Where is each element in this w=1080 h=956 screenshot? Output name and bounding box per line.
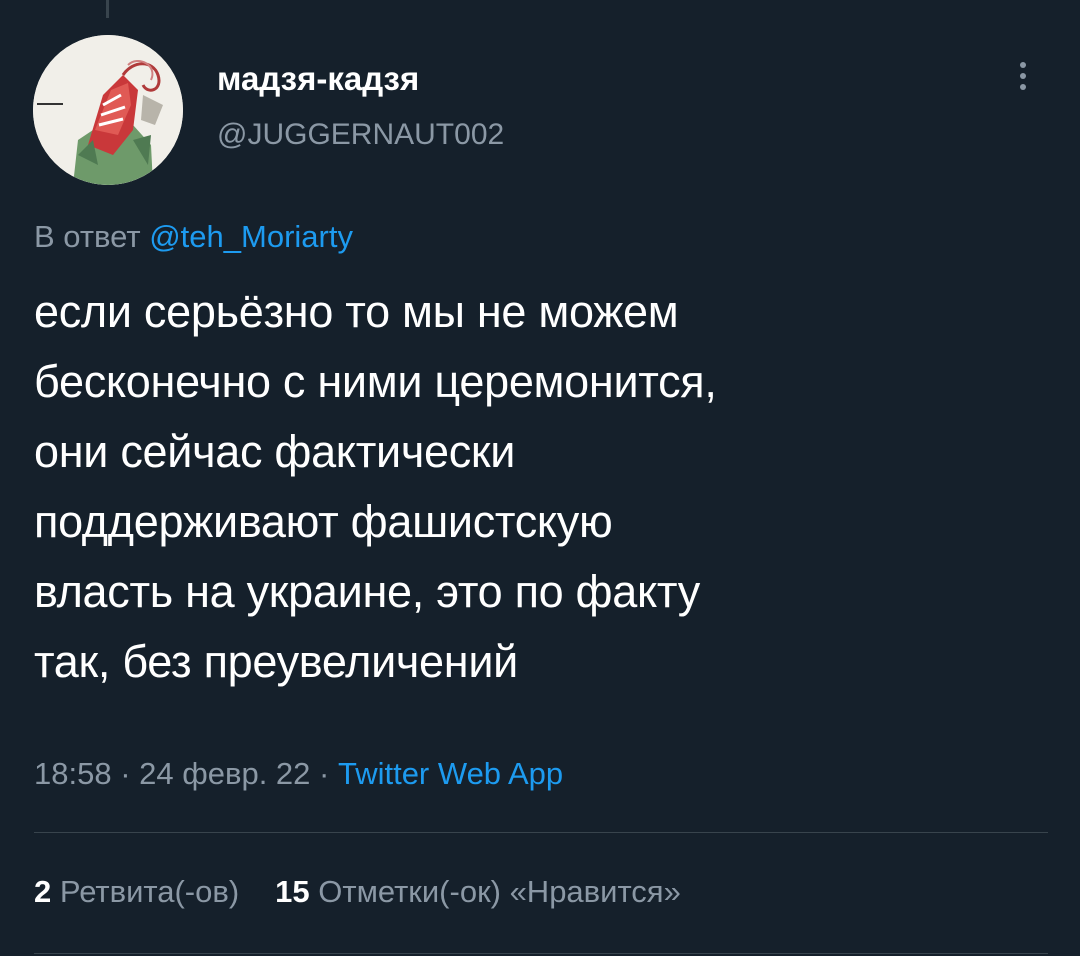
retweets-stat[interactable]: 2 Ретвита(-ов): [34, 874, 239, 909]
author-display-name[interactable]: мадзя-кадзя: [217, 60, 419, 98]
tweet-source-link[interactable]: Twitter Web App: [338, 756, 563, 791]
avatar[interactable]: [33, 35, 183, 185]
retweets-count: 2: [34, 874, 52, 909]
avatar-illustration-icon: [33, 35, 183, 185]
reply-context: В ответ @teh_Moriarty: [34, 219, 353, 255]
author-handle[interactable]: @JUGGERNAUT002: [217, 118, 504, 152]
more-options-button[interactable]: [1008, 58, 1038, 102]
tweet-time[interactable]: 18:58: [34, 756, 112, 791]
tweet-date[interactable]: 24 февр. 22: [139, 756, 310, 791]
tweet-metadata: 18:58 · 24 февр. 22 · Twitter Web App: [34, 756, 563, 792]
retweets-label: Ретвита(-ов): [59, 874, 240, 909]
divider: [34, 832, 1048, 833]
reply-mention-link[interactable]: @teh_Moriarty: [149, 219, 353, 254]
more-vertical-icon: [1008, 62, 1038, 90]
engagement-stats: 2 Ретвита(-ов) 15 Отметки(-ок) «Нравится»: [34, 874, 681, 910]
reply-prefix: В ответ: [34, 219, 141, 254]
tweet-text: если серьёзно то мы не можем бесконечно …: [34, 286, 717, 687]
meta-separator: ·: [310, 756, 338, 791]
thread-connector-line: [106, 0, 109, 18]
meta-separator: ·: [111, 756, 140, 791]
likes-stat[interactable]: 15 Отметки(-ок) «Нравится»: [275, 874, 681, 909]
divider: [34, 953, 1048, 954]
likes-label: Отметки(-ок) «Нравится»: [318, 874, 681, 909]
likes-count: 15: [275, 874, 310, 909]
